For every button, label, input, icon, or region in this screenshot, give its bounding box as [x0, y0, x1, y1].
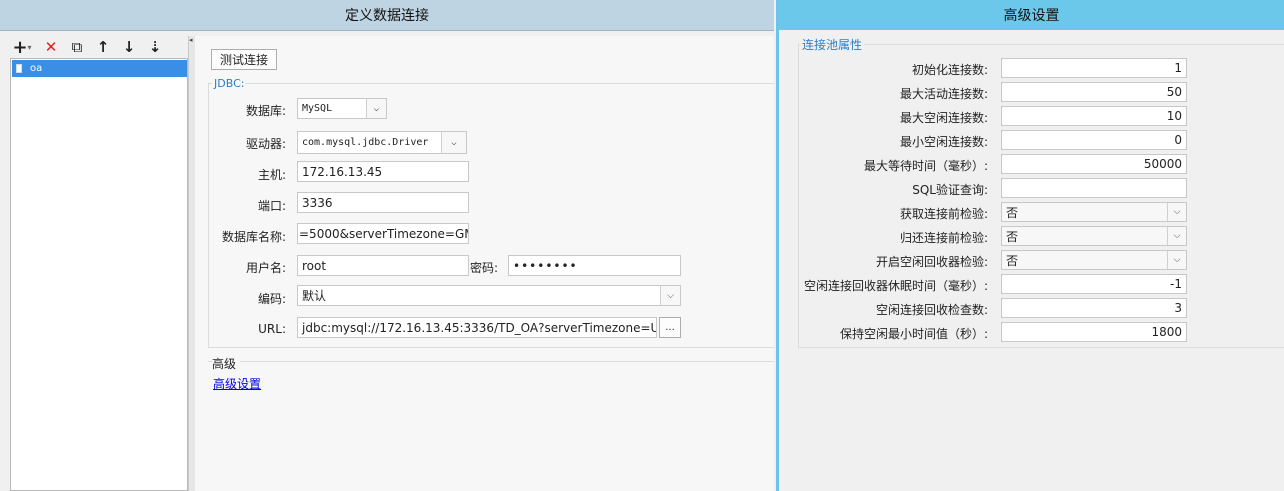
- connection-tree: oa: [10, 58, 188, 491]
- define-connection-title: 定义数据连接: [0, 0, 774, 31]
- pool-row-input[interactable]: 50000: [1001, 154, 1187, 174]
- encoding-select[interactable]: 默认 ⌵: [297, 285, 681, 306]
- jdbc-group: [208, 83, 774, 348]
- url-input[interactable]: jdbc:mysql://172.16.13.45:3336/TD_OA?ser…: [297, 317, 657, 338]
- pool-row-label: 保持空闲最小时间值（秒）:: [839, 327, 988, 341]
- port-label: 端口:: [257, 199, 286, 213]
- pool-row-label: 开启空闲回收器检验:: [875, 255, 988, 269]
- pool-row-input[interactable]: [1001, 178, 1187, 198]
- copy-icon: ⧉: [71, 38, 83, 56]
- copy-connection-button[interactable]: ⧉: [68, 38, 86, 56]
- advanced-settings-link[interactable]: 高级设置: [213, 375, 261, 392]
- port-input[interactable]: 3336: [297, 192, 469, 213]
- driver-value: com.mysql.jdbc.Driver: [302, 137, 429, 148]
- panel-splitter[interactable]: ◂: [188, 36, 195, 491]
- pool-row-select-value: 否: [1006, 253, 1019, 268]
- pool-row-label: 初始化连接数:: [911, 63, 988, 77]
- test-connection-label: 测试连接: [219, 53, 268, 67]
- driver-select[interactable]: com.mysql.jdbc.Driver ⌵: [297, 131, 467, 154]
- url-edit-label: ...: [665, 322, 675, 333]
- host-input[interactable]: 172.16.13.45: [297, 161, 469, 182]
- connection-toolbar: + ▾ ✕ ⧉ ↑ ↓ ⇣: [10, 36, 188, 58]
- chevron-down-icon: ⌵: [660, 286, 680, 305]
- database-name-input[interactable]: =5000&serverTimezone=GMT: [297, 223, 469, 244]
- pool-row-label: 归还连接前检验:: [899, 231, 988, 245]
- window-title: 高级设置: [1003, 8, 1060, 24]
- delete-connection-button[interactable]: ✕: [42, 38, 60, 56]
- add-connection-button[interactable]: + ▾: [10, 36, 34, 58]
- chevron-down-icon: ⌵: [1167, 251, 1186, 269]
- chevron-down-icon: ⌵: [1167, 227, 1186, 245]
- encoding-label: 编码:: [257, 292, 286, 306]
- tree-item-oa[interactable]: oa: [12, 60, 187, 77]
- pool-row-input[interactable]: 10: [1001, 106, 1187, 126]
- database-select[interactable]: MySQL ⌵: [297, 98, 387, 119]
- advanced-divider: [208, 361, 774, 362]
- pool-properties-legend: 连接池属性: [800, 36, 865, 53]
- advanced-settings-title: 高级设置: [779, 0, 1284, 30]
- jdbc-legend: JDBC:: [212, 77, 247, 90]
- pool-row-label: 最大等待时间（毫秒）:: [863, 159, 988, 173]
- test-connection-button[interactable]: 测试连接: [211, 49, 277, 70]
- username-label: 用户名:: [245, 261, 286, 275]
- encoding-value: 默认: [302, 289, 327, 303]
- arrow-up-icon: ↑: [96, 38, 110, 56]
- pool-row-input[interactable]: 0: [1001, 130, 1187, 150]
- password-label: 密码:: [470, 261, 499, 275]
- pool-row-select[interactable]: 否 ⌵: [1001, 202, 1187, 222]
- driver-label: 驱动器:: [245, 137, 286, 151]
- move-down-button[interactable]: ↓: [120, 38, 138, 56]
- host-label: 主机:: [257, 168, 286, 182]
- sort-button[interactable]: ⇣: [146, 38, 164, 56]
- chevron-down-icon: ⌵: [1167, 203, 1186, 221]
- pool-row-label: 最大空闲连接数:: [899, 111, 988, 125]
- window-title: 定义数据连接: [345, 8, 429, 24]
- pool-row-label: 最小空闲连接数:: [899, 135, 988, 149]
- url-label: URL:: [258, 322, 286, 336]
- advanced-header: 高级: [212, 355, 241, 372]
- pool-row-input[interactable]: 1800: [1001, 322, 1187, 342]
- pool-row-select[interactable]: 否 ⌵: [1001, 226, 1187, 246]
- database-name-label: 数据库名称:: [221, 230, 286, 244]
- pool-row-input[interactable]: 1: [1001, 58, 1187, 78]
- caret-down-icon: ▾: [27, 42, 32, 52]
- pool-row-label: SQL验证查询:: [912, 183, 988, 197]
- pool-row-input[interactable]: 3: [1001, 298, 1187, 318]
- delete-icon: ✕: [44, 38, 58, 56]
- database-value: MySQL: [302, 103, 333, 114]
- collapse-arrow-icon: ◂: [189, 36, 193, 44]
- pool-row-select-value: 否: [1006, 205, 1019, 220]
- sort-icon: ⇣: [148, 38, 162, 56]
- chevron-down-icon: ⌵: [366, 99, 386, 118]
- pool-row-input[interactable]: -1: [1001, 274, 1187, 294]
- pool-row-select[interactable]: 否 ⌵: [1001, 250, 1187, 270]
- pool-row-input[interactable]: 50: [1001, 82, 1187, 102]
- url-edit-button[interactable]: ...: [659, 317, 681, 338]
- pool-row-select-value: 否: [1006, 229, 1019, 244]
- pool-row-label: 空闲连接回收器休眠时间（毫秒）:: [803, 279, 988, 293]
- username-input[interactable]: root: [297, 255, 469, 276]
- pool-row-label: 获取连接前检验:: [899, 207, 988, 221]
- arrow-down-icon: ↓: [122, 38, 136, 56]
- tree-item-label: oa: [30, 63, 43, 74]
- database-icon: [16, 64, 22, 73]
- move-up-button[interactable]: ↑: [94, 38, 112, 56]
- plus-icon: +: [12, 36, 28, 58]
- password-input[interactable]: ••••••••: [508, 255, 681, 276]
- pool-row-label: 空闲连接回收检查数:: [875, 303, 988, 317]
- pool-row-label: 最大活动连接数:: [899, 87, 988, 101]
- database-label: 数据库:: [245, 104, 286, 118]
- chevron-down-icon: ⌵: [441, 132, 466, 153]
